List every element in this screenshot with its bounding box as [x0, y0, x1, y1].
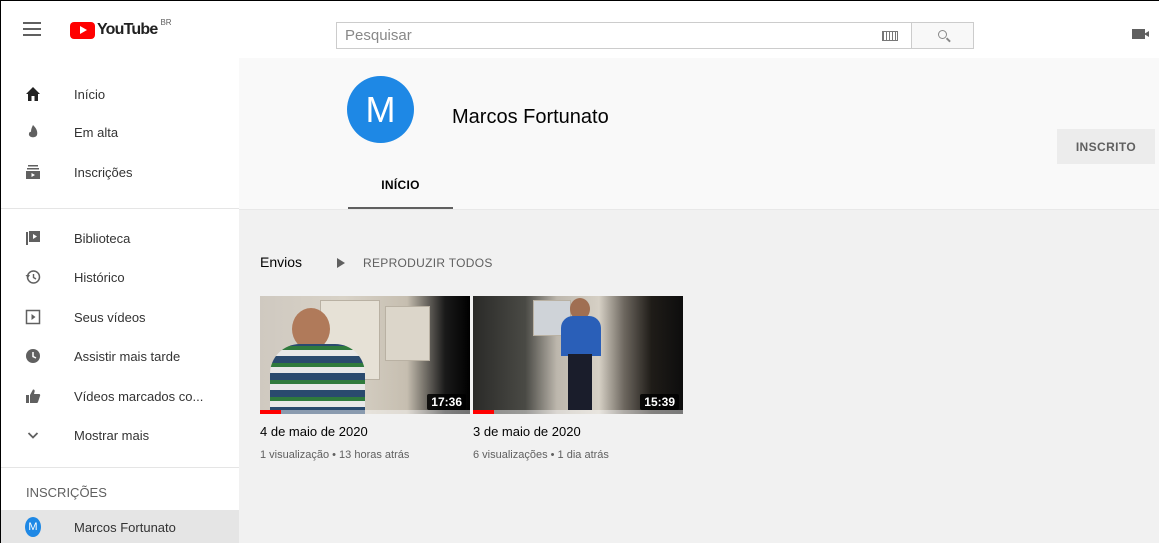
- play-all-button[interactable]: REPRODUZIR TODOS: [337, 256, 493, 270]
- youtube-window: YouTube BR Pesquisar Início Em alta Insc…: [0, 0, 1159, 543]
- sidebar-item-label: Em alta: [74, 124, 119, 140]
- shelf-title: Envios: [260, 254, 303, 270]
- watch-later-icon: [25, 348, 41, 364]
- video-meta: 6 visualizações • 1 dia atrás: [473, 449, 609, 461]
- home-icon: [25, 86, 41, 102]
- search-icon: [938, 30, 947, 39]
- sidebar-item-label: Marcos Fortunato: [74, 519, 176, 535]
- create-video-icon[interactable]: [1132, 29, 1149, 39]
- sidebar-item-home[interactable]: Início: [1, 76, 239, 112]
- watch-progress: [473, 410, 494, 414]
- sidebar-item-library[interactable]: Biblioteca: [1, 220, 239, 256]
- sidebar-item-liked-videos[interactable]: Vídeos marcados co...: [1, 378, 239, 414]
- video-duration: 17:36: [427, 394, 466, 410]
- video-thumbnail[interactable]: 15:39: [473, 296, 683, 414]
- sidebar-item-label: Vídeos marcados co...: [74, 388, 204, 404]
- chevron-down-icon: [25, 427, 41, 443]
- video-title[interactable]: 4 de maio de 2020: [260, 424, 470, 439]
- thumbnail-detail: [385, 306, 430, 361]
- progress-track: [473, 410, 683, 414]
- search-placeholder: Pesquisar: [345, 27, 412, 44]
- sidebar-item-show-more[interactable]: Mostrar mais: [1, 417, 239, 453]
- play-icon: [337, 258, 345, 268]
- sidebar: Início Em alta Inscrições Biblioteca His…: [1, 58, 239, 543]
- sidebar-item-label: Mostrar mais: [74, 427, 150, 443]
- main-content: M Marcos Fortunato INSCRITO INÍCIO Envio…: [239, 58, 1159, 543]
- sidebar-item-label: Assistir mais tarde: [74, 348, 181, 364]
- sidebar-item-label: Histórico: [74, 269, 125, 285]
- progress-track: [260, 410, 470, 414]
- sidebar-item-watch-later[interactable]: Assistir mais tarde: [1, 338, 239, 374]
- trending-icon: [25, 124, 41, 140]
- subscribe-button[interactable]: INSCRITO: [1057, 129, 1155, 164]
- thumbnail-detail: [561, 316, 601, 356]
- sidebar-item-history[interactable]: Histórico: [1, 259, 239, 295]
- sidebar-item-subscriptions[interactable]: Inscrições: [1, 154, 239, 190]
- liked-icon: [25, 388, 41, 404]
- your-videos-icon: [25, 309, 41, 325]
- channel-name: Marcos Fortunato: [452, 106, 609, 128]
- youtube-play-icon: [70, 21, 95, 39]
- top-bar: YouTube BR Pesquisar: [1, 1, 1159, 58]
- subscriptions-icon: [25, 164, 41, 180]
- video-meta: 1 visualização • 13 horas atrás: [260, 449, 410, 461]
- watch-progress: [260, 410, 281, 414]
- play-all-label: REPRODUZIR TODOS: [363, 256, 493, 270]
- menu-icon[interactable]: [23, 22, 41, 36]
- sidebar-subscription-item[interactable]: M Marcos Fortunato: [1, 510, 239, 543]
- channel-header: M Marcos Fortunato INSCRITO INÍCIO: [239, 58, 1159, 209]
- channel-avatar[interactable]: M: [347, 76, 414, 143]
- tab-home[interactable]: INÍCIO: [348, 174, 453, 209]
- sidebar-divider: [1, 467, 239, 468]
- video-title[interactable]: 3 de maio de 2020: [473, 424, 683, 439]
- video-duration: 15:39: [640, 394, 679, 410]
- youtube-logo[interactable]: YouTube BR: [70, 17, 172, 39]
- sidebar-item-label: Inscrições: [74, 164, 133, 180]
- thumbnail-detail: [568, 354, 592, 410]
- sidebar-item-label: Biblioteca: [74, 230, 131, 246]
- search-button[interactable]: [911, 22, 974, 49]
- video-card: 17:36 4 de maio de 2020 1 visualização •…: [260, 296, 470, 461]
- keyboard-icon[interactable]: [882, 31, 898, 41]
- search-bar: Pesquisar: [336, 22, 974, 49]
- sidebar-item-your-videos[interactable]: Seus vídeos: [1, 299, 239, 335]
- subscriptions-section-title: INSCRIÇÕES: [26, 485, 107, 500]
- logo-country-code: BR: [160, 17, 172, 27]
- sidebar-divider: [1, 208, 239, 209]
- history-icon: [25, 269, 41, 285]
- sidebar-item-label: Seus vídeos: [74, 309, 146, 325]
- sidebar-item-trending[interactable]: Em alta: [1, 114, 239, 150]
- channel-content: Envios REPRODUZIR TODOS 17:36 4 de maio …: [239, 210, 1159, 543]
- library-icon: [25, 230, 41, 246]
- sidebar-item-label: Início: [74, 86, 106, 102]
- channel-avatar-small: M: [25, 517, 41, 537]
- search-input[interactable]: Pesquisar: [336, 22, 911, 49]
- video-thumbnail[interactable]: 17:36: [260, 296, 470, 414]
- thumbnail-detail: [270, 344, 365, 414]
- video-card: 15:39 3 de maio de 2020 6 visualizações …: [473, 296, 683, 461]
- logo-text: YouTube: [97, 21, 158, 38]
- avatar: M: [25, 517, 41, 537]
